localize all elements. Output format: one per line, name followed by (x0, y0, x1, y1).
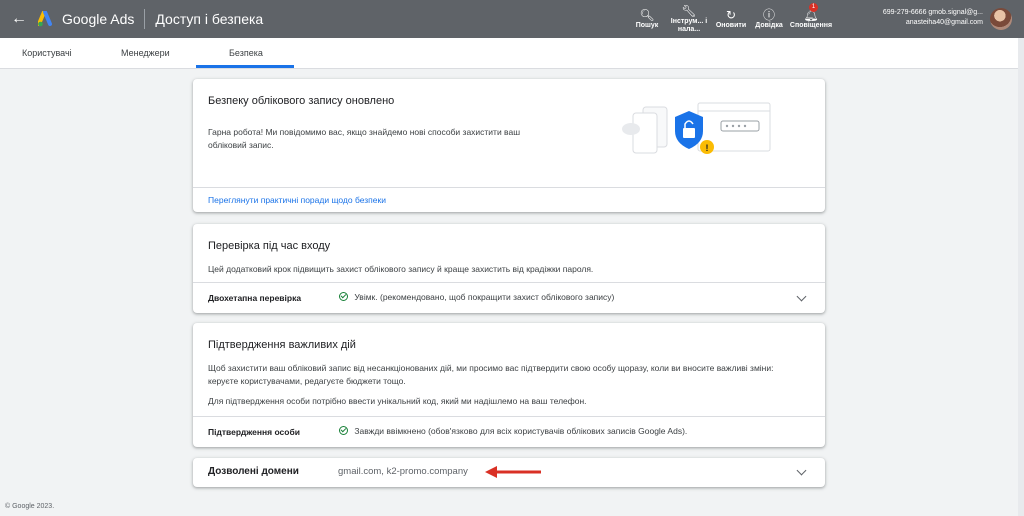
card-title: Дозволені домени (208, 466, 299, 477)
identity-label: Підтвердження особи (208, 427, 300, 437)
search-icon: 🔍︎ (639, 7, 655, 22)
red-arrow-icon (485, 466, 541, 478)
wrench-icon: 🔧︎ (681, 3, 697, 18)
help-button[interactable]: ⓘ Довідка (750, 0, 788, 38)
brand-name: Google Ads (62, 11, 135, 27)
card-text: Гарна робота! Ми повідомимо вас, якщо зн… (208, 127, 521, 150)
help-icon: ⓘ (762, 7, 775, 22)
account-email: anasteiha40@gmail.com (905, 19, 983, 26)
divider (193, 187, 825, 188)
tab-managers[interactable]: Менеджери (121, 38, 170, 68)
notifications-button[interactable]: 🔔︎ 1 Сповіщення (788, 0, 834, 38)
identity-status: Завжди ввімкнено (обов'язково для всіх к… (339, 425, 687, 438)
divider (193, 416, 825, 417)
check-circle-icon (339, 292, 348, 301)
page-title: Доступ і безпека (155, 11, 264, 27)
card-text: Щоб захистити ваш обліковий запис від не… (208, 363, 774, 386)
google-ads-logo[interactable]: Google Ads (38, 11, 134, 27)
two-step-label: Двохетапна перевірка (208, 293, 302, 303)
toolbar: 🔍︎ Пошук 🔧︎ Інструм... і нала... ↻ Онови… (628, 0, 834, 38)
search-label: Пошук (635, 21, 659, 29)
card-title: Безпеку облікового запису оновлено (208, 95, 395, 107)
card-text-2: Для підтвердження особи потрібно ввести … (208, 396, 587, 406)
chevron-down-icon[interactable] (795, 291, 809, 305)
card-title: Підтвердження важливих дій (208, 339, 356, 351)
two-step-value: Увімк. (рекомендовано, щоб покращити зах… (354, 292, 615, 302)
title-divider (144, 9, 146, 29)
security-tips-link[interactable]: Переглянути практичні поради щодо безпек… (208, 195, 386, 205)
footer-copyright: © Google 2023. (5, 503, 55, 510)
refresh-button[interactable]: ↻ Оновити (712, 0, 750, 38)
security-updated-card: Безпеку облікового запису оновлено Гарна… (193, 79, 825, 212)
tools-button[interactable]: 🔧︎ Інструм... і нала... (666, 0, 712, 38)
notifications-label: Сповіщення (789, 21, 833, 29)
refresh-label: Оновити (715, 21, 747, 29)
tab-users[interactable]: Користувачі (22, 38, 72, 68)
account-id: 699-279-6666 gmob.signal@g... (882, 9, 983, 16)
top-bar: ← Google Ads Доступ і безпека 🔍︎ Пошук 🔧… (0, 0, 1024, 38)
tools-label: Інструм... і нала... (670, 17, 708, 33)
refresh-icon: ↻ (725, 7, 737, 22)
divider (193, 282, 825, 283)
card-title: Перевірка під час входу (208, 240, 331, 252)
two-step-status: Увімк. (рекомендовано, щоб покращити зах… (339, 291, 614, 304)
allowed-domains-card[interactable]: Дозволені домени gmail.com, k2-promo.com… (193, 458, 825, 487)
svg-text:!: ! (706, 143, 709, 153)
tab-security[interactable]: Безпека (229, 38, 263, 68)
back-arrow-icon[interactable]: ← (0, 0, 38, 38)
tab-bar: Користувачі Менеджери Безпека (0, 38, 1024, 69)
signin-check-card: Перевірка під час входу Цей додатковий к… (193, 224, 825, 313)
check-circle-icon (339, 426, 348, 435)
allowed-domains-value: gmail.com, k2-promo.company (338, 466, 468, 477)
scrollbar[interactable] (1018, 38, 1024, 516)
account-info[interactable]: 699-279-6666 gmob.signal@g... anasteiha4… (868, 8, 983, 28)
important-actions-card: Підтвердження важливих дій Щоб захистити… (193, 323, 825, 447)
security-illustration: ! (622, 102, 771, 154)
card-text: Цей додатковий крок підвищить захист обл… (208, 264, 594, 274)
identity-value: Завжди ввімкнено (обов'язково для всіх к… (354, 426, 688, 436)
google-ads-logo-icon (38, 11, 52, 27)
avatar[interactable] (990, 8, 1012, 30)
active-tab-indicator (196, 65, 294, 68)
help-label: Довідка (755, 21, 783, 29)
search-button[interactable]: 🔍︎ Пошук (628, 0, 666, 38)
notification-badge: 1 (809, 3, 818, 12)
chevron-down-icon[interactable] (795, 465, 809, 479)
